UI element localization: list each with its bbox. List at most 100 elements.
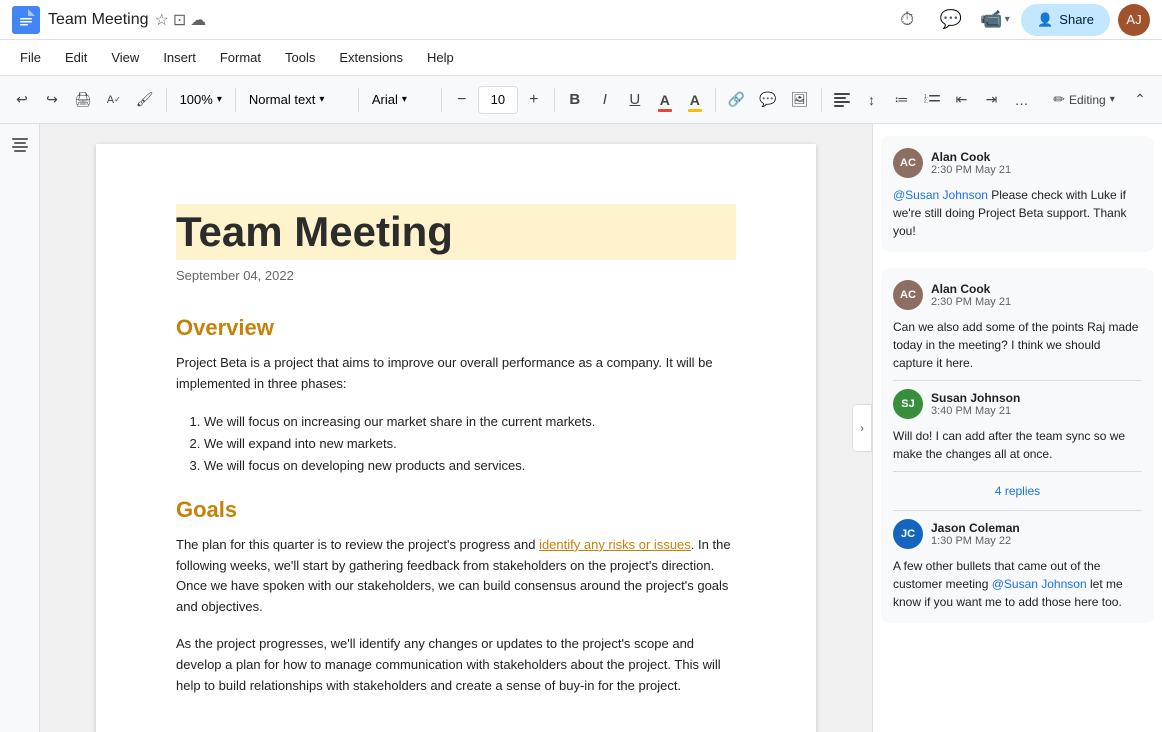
share-label: Share (1059, 12, 1094, 27)
toolbar-divider-4 (441, 88, 442, 112)
document-date: September 04, 2022 (176, 268, 736, 283)
star-icon[interactable]: ☆ (155, 10, 169, 30)
list-item: We will focus on increasing our market s… (204, 411, 736, 433)
menu-format[interactable]: Format (208, 46, 273, 69)
redo-button[interactable]: ↪ (38, 84, 66, 116)
document-heading-title: Team Meeting (176, 204, 736, 260)
menu-help[interactable]: Help (415, 46, 466, 69)
move-icon[interactable]: ⊡ (173, 10, 186, 30)
toolbar-divider-1 (166, 88, 167, 112)
zoom-selector[interactable]: 100% ▾ (173, 84, 229, 116)
align-button[interactable] (828, 84, 856, 116)
paint-format-button[interactable]: 🖌 (130, 84, 160, 116)
comment-time-1: 2:30 PM May 21 (931, 164, 1011, 176)
list-button[interactable]: ≔ (888, 84, 916, 116)
italic-button[interactable]: I (591, 84, 619, 116)
reply-author-susan: Susan Johnson (931, 391, 1020, 405)
header-actions: ⏱ 💬 📹▾ 👤 Share AJ (889, 2, 1150, 38)
menu-view[interactable]: View (99, 46, 151, 69)
main-layout: Team Meeting September 04, 2022 Overview… (0, 124, 1162, 732)
link-button[interactable]: 🔗 (722, 84, 751, 116)
overview-heading: Overview (176, 315, 736, 341)
goals-body-1: The plan for this quarter is to review t… (176, 535, 736, 618)
overview-body: Project Beta is a project that aims to i… (176, 353, 736, 395)
zoom-dropdown-icon: ▾ (217, 94, 222, 105)
toolbar-divider-5 (554, 88, 555, 112)
highlight-button[interactable]: A (681, 84, 709, 116)
image-button[interactable]: 🖼 (785, 84, 815, 116)
toolbar-divider-6 (715, 88, 716, 112)
print-button[interactable]: 🖨 (68, 84, 98, 116)
comments-button[interactable]: 💬 (933, 2, 969, 38)
indent-increase-button[interactable]: ⇥ (978, 84, 1006, 116)
toolbar-divider-2 (235, 88, 236, 112)
comment-body-1: @Susan Johnson Please check with Luke if… (893, 186, 1142, 240)
menu-edit[interactable]: Edit (53, 46, 99, 69)
edit-mode-button[interactable]: ✏ Editing ▾ (1044, 84, 1124, 116)
menu-tools[interactable]: Tools (273, 46, 327, 69)
comment-divider-2 (893, 471, 1142, 472)
reply-time-susan: 3:40 PM May 21 (931, 405, 1020, 417)
reply-body-jason: A few other bullets that came out of the… (893, 557, 1142, 611)
more-options-button[interactable]: … (1008, 84, 1036, 116)
reply-author-jason: Jason Coleman (931, 521, 1020, 535)
pencil-icon: ✏ (1053, 91, 1065, 108)
comment-card-1: AC Alan Cook 2:30 PM May 21 @Susan Johns… (881, 136, 1154, 252)
undo-button[interactable]: ↩ (8, 84, 36, 116)
comment-time-2: 2:30 PM May 21 (931, 296, 1011, 308)
document-title[interactable]: Team Meeting (48, 11, 149, 29)
reply-avatar-susan: SJ (893, 389, 923, 419)
overview-list: We will focus on increasing our market s… (204, 411, 736, 477)
cloud-icon[interactable]: ☁ (190, 10, 206, 30)
title-bar: Team Meeting ☆ ⊡ ☁ ⏱ 💬 📹▾ 👤 Share AJ (0, 0, 1162, 40)
collapse-panel-button[interactable]: › (852, 404, 872, 452)
comment-card-2: AC Alan Cook 2:30 PM May 21 Can we also … (881, 268, 1154, 623)
text-color-button[interactable]: A (651, 84, 679, 116)
menu-insert[interactable]: Insert (151, 46, 208, 69)
menu-extensions[interactable]: Extensions (327, 46, 415, 69)
svg-text:2.: 2. (924, 98, 928, 104)
toolbar: ↩ ↪ 🖨 A✓ 🖌 100% ▾ Normal text ▾ Arial ▾ … (0, 76, 1162, 124)
numbered-list-button[interactable]: 1. 2. (918, 84, 946, 116)
comment-mention-1[interactable]: @Susan Johnson (893, 188, 988, 202)
list-item: We will focus on developing new products… (204, 455, 736, 477)
line-spacing-button[interactable]: ↕ (858, 84, 886, 116)
reply-body-susan: Will do! I can add after the team sync s… (893, 427, 1142, 463)
video-call-button[interactable]: 📹▾ (977, 2, 1013, 38)
font-size-input[interactable]: 10 (478, 86, 518, 114)
underline-button[interactable]: U (621, 84, 649, 116)
decrease-font-button[interactable]: − (448, 84, 476, 116)
user-avatar[interactable]: AJ (1118, 4, 1150, 36)
indent-decrease-button[interactable]: ⇤ (948, 84, 976, 116)
comment-button[interactable]: 💬 (753, 84, 782, 116)
expand-button[interactable]: ⌃ (1126, 84, 1154, 116)
bold-button[interactable]: B (561, 84, 589, 116)
reply-mention-jason[interactable]: @Susan Johnson (992, 577, 1087, 591)
reply-header-jason: JC Jason Coleman 1:30 PM May 22 (893, 519, 1142, 549)
paragraph-style-selector[interactable]: Normal text ▾ (242, 84, 352, 116)
share-icon: 👤 (1037, 12, 1053, 28)
paragraph-dropdown-icon: ▾ (319, 94, 324, 105)
comment-header-1: AC Alan Cook 2:30 PM May 21 (893, 148, 1142, 178)
outline-icon[interactable] (7, 132, 33, 161)
increase-font-button[interactable]: + (520, 84, 548, 116)
comment-author-1: Alan Cook (931, 150, 1011, 164)
comment-divider-1 (893, 380, 1142, 381)
reply-time-jason: 1:30 PM May 22 (931, 535, 1020, 547)
spell-check-button[interactable]: A✓ (100, 84, 128, 116)
toolbar-divider-3 (358, 88, 359, 112)
toolbar-divider-7 (821, 88, 822, 112)
comment-body-2: Can we also add some of the points Raj m… (893, 318, 1142, 372)
docs-logo-icon (12, 6, 40, 34)
goals-body-2: As the project progresses, we'll identif… (176, 634, 736, 696)
goals-text-pre: The plan for this quarter is to review t… (176, 537, 539, 552)
font-family-selector[interactable]: Arial ▾ (365, 84, 435, 116)
replies-count[interactable]: 4 replies (893, 480, 1142, 502)
goals-link[interactable]: identify any risks or issues (539, 537, 691, 552)
share-button[interactable]: 👤 Share (1021, 4, 1110, 36)
history-button[interactable]: ⏱ (889, 2, 925, 38)
reply-avatar-jason: JC (893, 519, 923, 549)
comment-divider-3 (893, 510, 1142, 511)
menu-file[interactable]: File (8, 46, 53, 69)
comment-avatar-1: AC (893, 148, 923, 178)
